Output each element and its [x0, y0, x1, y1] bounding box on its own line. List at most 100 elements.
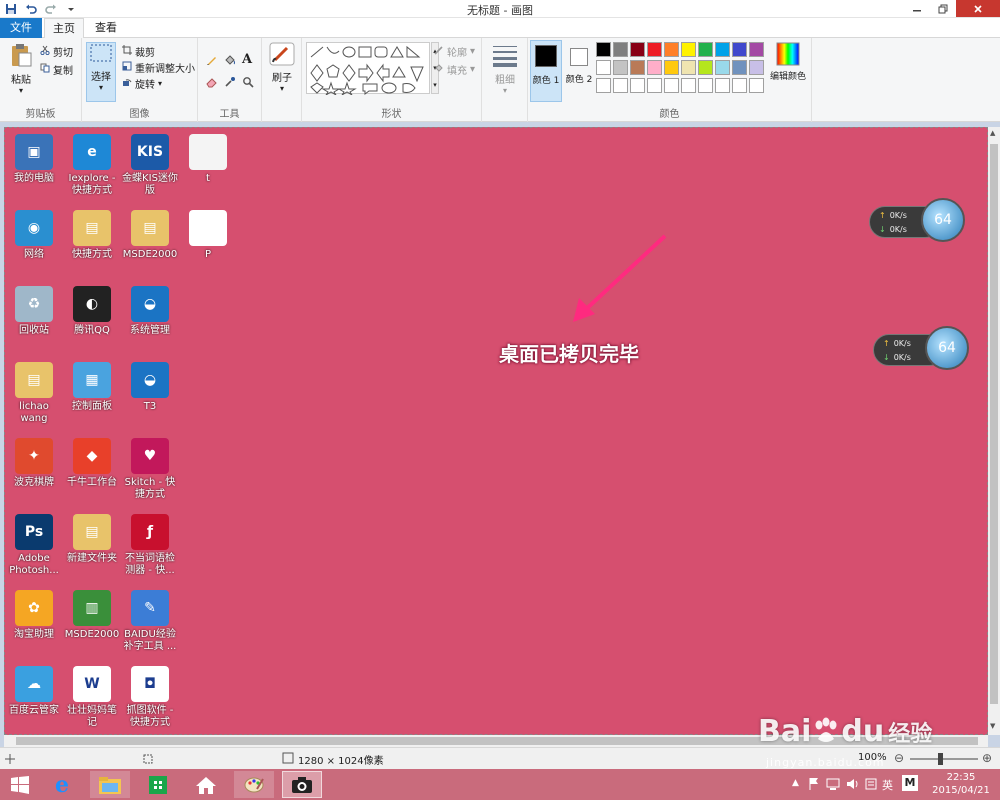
- palette-swatch[interactable]: [698, 60, 713, 75]
- brushes-button[interactable]: 刷子 ▾: [266, 42, 298, 93]
- ime-mode-badge[interactable]: M: [902, 775, 918, 791]
- palette-swatch[interactable]: [613, 60, 628, 75]
- taskbar-paint-button[interactable]: [234, 771, 274, 798]
- select-button[interactable]: 选择 ▾: [86, 42, 116, 102]
- palette-swatch[interactable]: [681, 60, 696, 75]
- palette-swatch[interactable]: [732, 78, 747, 93]
- outline-button[interactable]: 轮廓 ▾: [434, 44, 475, 59]
- desktop-icon[interactable]: ◐ 腾讯QQ: [63, 286, 121, 337]
- maximize-button[interactable]: [930, 0, 956, 17]
- palette-swatch[interactable]: [732, 60, 747, 75]
- desktop-icon[interactable]: ▤ MSDE2000: [121, 210, 179, 261]
- desktop-icon[interactable]: ▤ 新建文件夹: [63, 514, 121, 565]
- palette-swatch[interactable]: [681, 78, 696, 93]
- palette-swatch[interactable]: [732, 42, 747, 57]
- crop-button[interactable]: 裁剪: [122, 44, 155, 59]
- desktop-icon[interactable]: ✎ BAIDU经验补字工具 ...: [121, 590, 179, 653]
- desktop-icon[interactable]: ♥ Skitch - 快捷方式: [121, 438, 179, 501]
- desktop-icon[interactable]: Ps Adobe Photosh...: [5, 514, 63, 577]
- cut-button[interactable]: 剪切: [40, 44, 73, 59]
- minimize-button[interactable]: [904, 0, 930, 17]
- vertical-scroll-thumb[interactable]: [990, 144, 998, 704]
- desktop-icon[interactable]: ▤ lichao wang: [5, 362, 63, 425]
- desktop-icon[interactable]: W 壮壮妈妈笔记: [63, 666, 121, 729]
- desktop-icon[interactable]: KIS 金蝶KIS迷你版: [121, 134, 179, 197]
- palette-swatch[interactable]: [749, 78, 764, 93]
- palette-swatch[interactable]: [613, 78, 628, 93]
- desktop-icon[interactable]: P: [179, 210, 237, 261]
- color1-button[interactable]: 颜色 1: [530, 40, 562, 102]
- desktop-icon[interactable]: ☁ 百度云管家: [5, 666, 63, 717]
- fill-bucket-icon[interactable]: [224, 54, 236, 69]
- tab-view[interactable]: 查看: [88, 18, 124, 38]
- scroll-up-icon[interactable]: ▲: [990, 129, 995, 137]
- palette-swatch[interactable]: [596, 60, 611, 75]
- desktop-icon[interactable]: ◉ 网络: [5, 210, 63, 261]
- palette-swatch[interactable]: [664, 60, 679, 75]
- start-button[interactable]: [0, 771, 40, 798]
- palette-swatch[interactable]: [630, 78, 645, 93]
- desktop-icon[interactable]: ▤ 快捷方式: [63, 210, 121, 261]
- palette-swatch[interactable]: [596, 78, 611, 93]
- shapes-gallery[interactable]: [306, 42, 430, 96]
- palette-swatch[interactable]: [749, 42, 764, 57]
- color2-button[interactable]: 颜色 2: [564, 40, 594, 102]
- palette-swatch[interactable]: [596, 42, 611, 57]
- desktop-icon[interactable]: ◒ 系统管理: [121, 286, 179, 337]
- rotate-button[interactable]: 旋转 ▾: [122, 76, 162, 91]
- color-picker-icon[interactable]: [224, 76, 236, 91]
- palette-swatch[interactable]: [698, 78, 713, 93]
- taskbar-camera-button[interactable]: [282, 771, 322, 798]
- desktop-icon[interactable]: t: [179, 134, 237, 185]
- eraser-icon[interactable]: [206, 76, 218, 91]
- text-tool-icon[interactable]: A: [242, 52, 252, 67]
- palette-swatch[interactable]: [698, 42, 713, 57]
- magnifier-icon[interactable]: [242, 76, 254, 91]
- desktop-icon[interactable]: ▣ 我的电脑: [5, 134, 63, 185]
- size-button[interactable]: 粗细 ▾: [488, 42, 522, 95]
- tab-home[interactable]: 主页: [44, 18, 84, 39]
- palette-swatch[interactable]: [647, 42, 662, 57]
- resize-button[interactable]: 重新调整大小: [122, 60, 195, 75]
- desktop-icon[interactable]: ♻ 回收站: [5, 286, 63, 337]
- action-center-icon[interactable]: [864, 777, 878, 794]
- tray-expand-icon[interactable]: ▲: [792, 778, 799, 788]
- paste-button[interactable]: 粘贴 ▾: [6, 42, 36, 95]
- palette-swatch[interactable]: [715, 42, 730, 57]
- palette-swatch[interactable]: [715, 60, 730, 75]
- flag-icon[interactable]: [808, 777, 820, 794]
- palette-swatch[interactable]: [613, 42, 628, 57]
- drawing-canvas[interactable]: ▣ 我的电脑 e Iexplore - 快捷方式 KIS 金蝶KIS迷你版 t ◉ 网络 ▤ 快捷方…: [4, 127, 988, 735]
- palette-swatch[interactable]: [681, 42, 696, 57]
- desktop-icon[interactable]: ✿ 淘宝助理: [5, 590, 63, 641]
- palette-swatch[interactable]: [715, 78, 730, 93]
- palette-swatch[interactable]: [749, 60, 764, 75]
- desktop-icon[interactable]: ▥ MSDE2000: [63, 590, 121, 641]
- palette-swatch[interactable]: [630, 60, 645, 75]
- ime-indicator[interactable]: 英: [882, 777, 893, 793]
- desktop-icon[interactable]: ◆ 千牛工作台: [63, 438, 121, 489]
- network-icon[interactable]: [826, 777, 840, 794]
- desktop-icon[interactable]: ▦ 控制面板: [63, 362, 121, 413]
- close-button[interactable]: [956, 0, 1000, 17]
- tab-file[interactable]: 文件: [0, 18, 42, 38]
- pencil-icon[interactable]: [206, 54, 218, 69]
- desktop-icon[interactable]: e Iexplore - 快捷方式: [63, 134, 121, 197]
- palette-swatch[interactable]: [664, 78, 679, 93]
- volume-icon[interactable]: [846, 777, 860, 794]
- palette-swatch[interactable]: [647, 60, 662, 75]
- taskbar-home-button[interactable]: [186, 771, 226, 798]
- palette-swatch[interactable]: [647, 78, 662, 93]
- copy-button[interactable]: 复制: [40, 62, 73, 77]
- desktop-icon[interactable]: ƒ 不当词语检测器 - 快...: [121, 514, 179, 577]
- desktop-icon[interactable]: ✦ 波克棋牌: [5, 438, 63, 489]
- fill-button[interactable]: 填充 ▾: [434, 62, 475, 77]
- palette-swatch[interactable]: [664, 42, 679, 57]
- taskbar-explorer-button[interactable]: [90, 771, 130, 798]
- palette-swatch[interactable]: [630, 42, 645, 57]
- desktop-icon[interactable]: ◒ T3: [121, 362, 179, 413]
- scroll-down-icon[interactable]: ▼: [990, 722, 995, 730]
- desktop-icon[interactable]: ◘ 抓图软件 - 快捷方式: [121, 666, 179, 729]
- taskbar-store-button[interactable]: [138, 771, 178, 798]
- taskbar-ie-button[interactable]: e: [42, 771, 82, 798]
